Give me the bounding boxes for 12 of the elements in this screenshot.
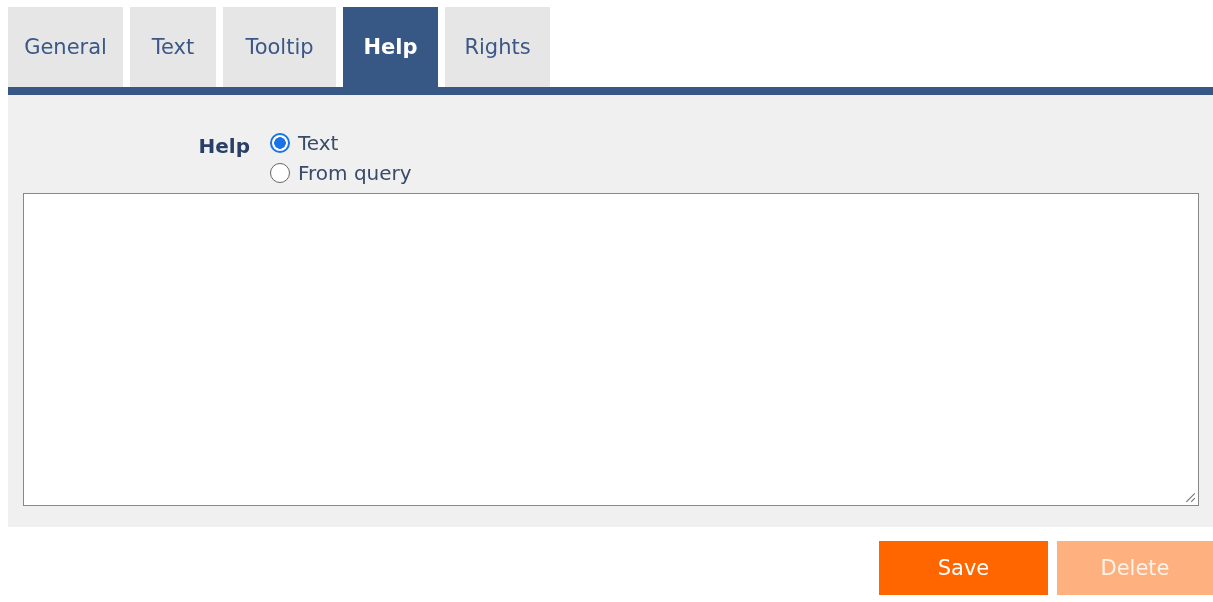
radio-option[interactable]: Text [270,131,412,155]
tab[interactable]: General [8,7,123,87]
tab[interactable]: Rights [445,7,550,87]
radio-icon[interactable] [270,133,290,153]
radio-option[interactable]: From query [270,161,412,185]
radio-icon[interactable] [270,163,290,183]
tab[interactable]: Tooltip [223,7,336,87]
action-button[interactable]: Save [879,541,1048,595]
resize-grip-icon[interactable] [1184,491,1196,503]
tab[interactable]: Text [130,7,216,87]
field-label: Help [197,134,250,160]
tab[interactable]: Help [343,7,438,87]
